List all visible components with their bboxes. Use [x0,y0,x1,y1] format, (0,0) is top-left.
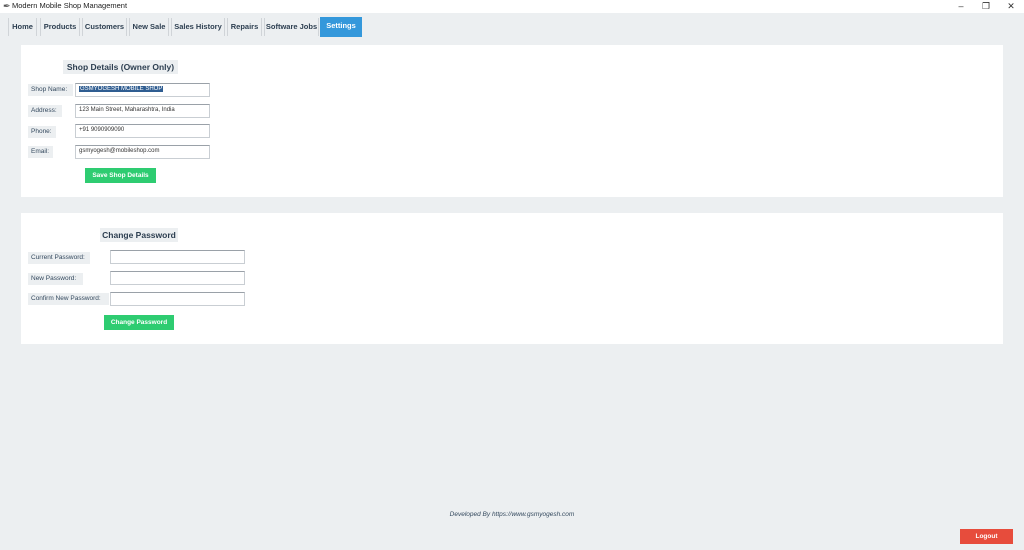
shop-name-label: Shop Name: [28,84,73,96]
shop-details-panel: Shop Details (Owner Only) Shop Name: GSM… [21,45,1003,197]
window-title: Modern Mobile Shop Management [12,1,128,10]
new-password-label: New Password: [28,273,83,285]
tab-sales-history[interactable]: Sales History [171,18,225,36]
tab-new-sale[interactable]: New Sale [129,18,169,36]
email-label: Email: [28,146,53,158]
shop-details-title: Shop Details (Owner Only) [63,60,178,74]
change-password-panel: Change Password Current Password: New Pa… [21,213,1003,344]
change-password-title: Change Password [100,228,178,242]
shop-name-value: GSMYOGESH MOBILE SHOP [79,86,164,92]
save-shop-details-button[interactable]: Save Shop Details [85,168,156,183]
tab-software-jobs[interactable]: Software Jobs [264,18,319,36]
current-password-label: Current Password: [28,252,90,264]
window-titlebar: ✒ Modern Mobile Shop Management – ❐ ✕ [0,0,1024,13]
email-field[interactable]: gsmyogesh@mobileshop.com [75,145,210,159]
new-password-field[interactable] [110,271,245,285]
tab-bar: Home Products Customers New Sale Sales H… [0,13,1024,37]
tab-repairs[interactable]: Repairs [227,18,262,36]
tab-home[interactable]: Home [8,18,37,36]
minimize-icon[interactable]: – [950,0,972,13]
tab-products[interactable]: Products [40,18,80,36]
tab-customers[interactable]: Customers [82,18,127,36]
address-field[interactable]: 123 Main Street, Maharashtra, India [75,104,210,118]
close-icon[interactable]: ✕ [1000,0,1022,13]
shop-name-field[interactable]: GSMYOGESH MOBILE SHOP [75,83,210,97]
confirm-password-field[interactable] [110,292,245,306]
phone-label: Phone: [28,126,56,138]
confirm-password-label: Confirm New Password: [28,293,109,305]
phone-field[interactable]: +91 9090909090 [75,124,210,138]
current-password-field[interactable] [110,250,245,264]
logout-button[interactable]: Logout [960,529,1013,544]
address-label: Address: [28,105,62,117]
restore-icon[interactable]: ❐ [975,0,997,13]
feather-icon: ✒ [3,1,11,11]
tab-settings[interactable]: Settings [320,17,362,37]
developer-credit: Developed By https://www.gsmyogesh.com [449,511,575,518]
change-password-button[interactable]: Change Password [104,315,174,330]
